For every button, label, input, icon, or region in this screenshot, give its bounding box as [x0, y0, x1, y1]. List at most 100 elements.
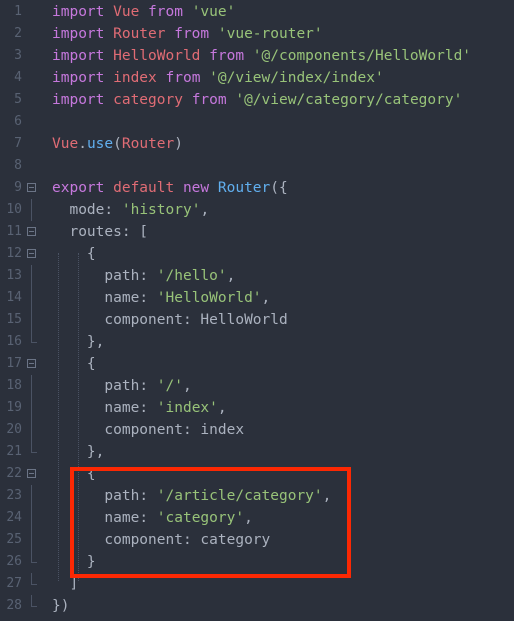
fold-guide-line [31, 287, 32, 309]
code-line[interactable]: import HelloWorld from '@/components/Hel… [48, 45, 514, 67]
code-line-text: import category from '@/view/category/ca… [48, 89, 462, 111]
code-token: Router [217, 180, 271, 196]
gutter-row[interactable]: 21 [0, 441, 48, 463]
code-line[interactable]: { [48, 353, 514, 375]
gutter-row[interactable]: 6 [0, 111, 48, 133]
gutter-row[interactable]: 26 [0, 551, 48, 573]
code-token: component [52, 532, 183, 548]
code-token: 'category' [156, 510, 245, 526]
code-token: 'HelloWorld' [156, 290, 262, 306]
gutter-row[interactable]: 8 [0, 155, 48, 177]
code-token: : [139, 510, 157, 526]
code-line-text: path: '/', [48, 375, 191, 397]
code-token: : [ [121, 224, 149, 240]
code-line[interactable]: name: 'category', [48, 507, 514, 529]
code-token: name [52, 510, 140, 526]
code-line[interactable]: }, [48, 441, 514, 463]
line-number: 2 [14, 26, 22, 41]
code-line[interactable]: path: '/article/category', [48, 485, 514, 507]
gutter-row[interactable]: 2 [0, 23, 48, 45]
code-token: '/' [156, 378, 183, 394]
code-editor[interactable]: 1 2 3 4 5 6 7 8 9 10 11 12 13 14 15 16 17 18 19 20 21 22 23 24 2… [0, 0, 514, 621]
line-number: 10 [6, 202, 22, 217]
gutter-row[interactable]: 9 [0, 177, 48, 199]
code-line[interactable]: } [48, 551, 514, 573]
line-number: 9 [14, 180, 22, 195]
line-number: 22 [6, 466, 22, 481]
code-line[interactable]: { [48, 243, 514, 265]
gutter-row[interactable]: 12 [0, 243, 48, 265]
gutter-row[interactable]: 24 [0, 507, 48, 529]
gutter-row[interactable]: 5 [0, 89, 48, 111]
code-token: new [182, 180, 218, 196]
code-token: Vue [113, 4, 149, 20]
code-token: import [52, 4, 114, 20]
code-line[interactable]: ] [48, 573, 514, 595]
gutter-row[interactable]: 23 [0, 485, 48, 507]
fold-collapse-icon[interactable] [27, 469, 36, 478]
gutter-row[interactable]: 16 [0, 331, 48, 353]
code-token: routes [52, 224, 122, 240]
code-line[interactable] [48, 155, 514, 177]
code-line[interactable]: path: '/', [48, 375, 514, 397]
code-line[interactable]: mode: 'history', [48, 199, 514, 221]
code-line[interactable]: { [48, 463, 514, 485]
code-line[interactable]: component: category [48, 529, 514, 551]
gutter-row[interactable]: 4 [0, 67, 48, 89]
line-number: 7 [14, 136, 22, 151]
code-token: import [52, 48, 114, 64]
fold-collapse-icon[interactable] [27, 249, 36, 258]
line-number: 19 [6, 400, 22, 415]
code-token: name [52, 400, 140, 416]
code-token: : [104, 202, 122, 218]
code-line-text: { [48, 243, 96, 265]
code-line[interactable]: export default new Router({ [48, 177, 514, 199]
gutter-row[interactable]: 10 [0, 199, 48, 221]
code-line[interactable]: component: HelloWorld [48, 309, 514, 331]
gutter-row[interactable]: 20 [0, 419, 48, 441]
gutter-row[interactable]: 25 [0, 529, 48, 551]
code-line[interactable]: name: 'HelloWorld', [48, 287, 514, 309]
line-number: 13 [6, 268, 22, 283]
code-line[interactable]: component: index [48, 419, 514, 441]
gutter-row[interactable]: 28 [0, 595, 48, 617]
editor-gutter[interactable]: 1 2 3 4 5 6 7 8 9 10 11 12 13 14 15 16 17 18 19 20 21 22 23 24 2… [0, 0, 48, 621]
code-line[interactable]: routes: [ [48, 221, 514, 243]
line-number: 21 [6, 444, 22, 459]
gutter-row[interactable]: 22 [0, 463, 48, 485]
code-token: from [191, 92, 236, 108]
code-line[interactable] [48, 111, 514, 133]
gutter-row[interactable]: 18 [0, 375, 48, 397]
code-line[interactable]: }) [48, 595, 514, 617]
gutter-row[interactable]: 27 [0, 573, 48, 595]
fold-region-end-icon [31, 562, 37, 563]
gutter-row[interactable]: 19 [0, 397, 48, 419]
code-token: path [52, 268, 140, 284]
code-line[interactable]: path: '/hello', [48, 265, 514, 287]
gutter-row[interactable]: 17 [0, 353, 48, 375]
gutter-row[interactable]: 15 [0, 309, 48, 331]
code-line[interactable]: Vue.use(Router) [48, 133, 514, 155]
gutter-row[interactable]: 1 [0, 1, 48, 23]
code-line[interactable]: name: 'index', [48, 397, 514, 419]
code-line[interactable]: import Vue from 'vue' [48, 1, 514, 23]
line-number: 26 [6, 554, 22, 569]
fold-collapse-icon[interactable] [27, 183, 36, 192]
fold-collapse-icon[interactable] [27, 359, 36, 368]
gutter-row[interactable]: 13 [0, 265, 48, 287]
code-line-text: export default new Router({ [48, 177, 288, 199]
code-line[interactable]: import index from '@/view/index/index' [48, 67, 514, 89]
gutter-row[interactable]: 3 [0, 45, 48, 67]
code-line[interactable]: import Router from 'vue-router' [48, 23, 514, 45]
fold-collapse-icon[interactable] [27, 227, 36, 236]
code-line[interactable]: import category from '@/view/category/ca… [48, 89, 514, 111]
gutter-row[interactable]: 11 [0, 221, 48, 243]
code-token: from [165, 70, 210, 86]
gutter-row[interactable]: 14 [0, 287, 48, 309]
code-content-area[interactable]: import Vue from 'vue' import Router from … [48, 0, 514, 621]
code-line[interactable]: }, [48, 331, 514, 353]
fold-guide-line [31, 265, 32, 287]
code-line-text: name: 'HelloWorld', [48, 287, 270, 309]
gutter-row[interactable]: 7 [0, 133, 48, 155]
line-number: 28 [6, 598, 22, 613]
